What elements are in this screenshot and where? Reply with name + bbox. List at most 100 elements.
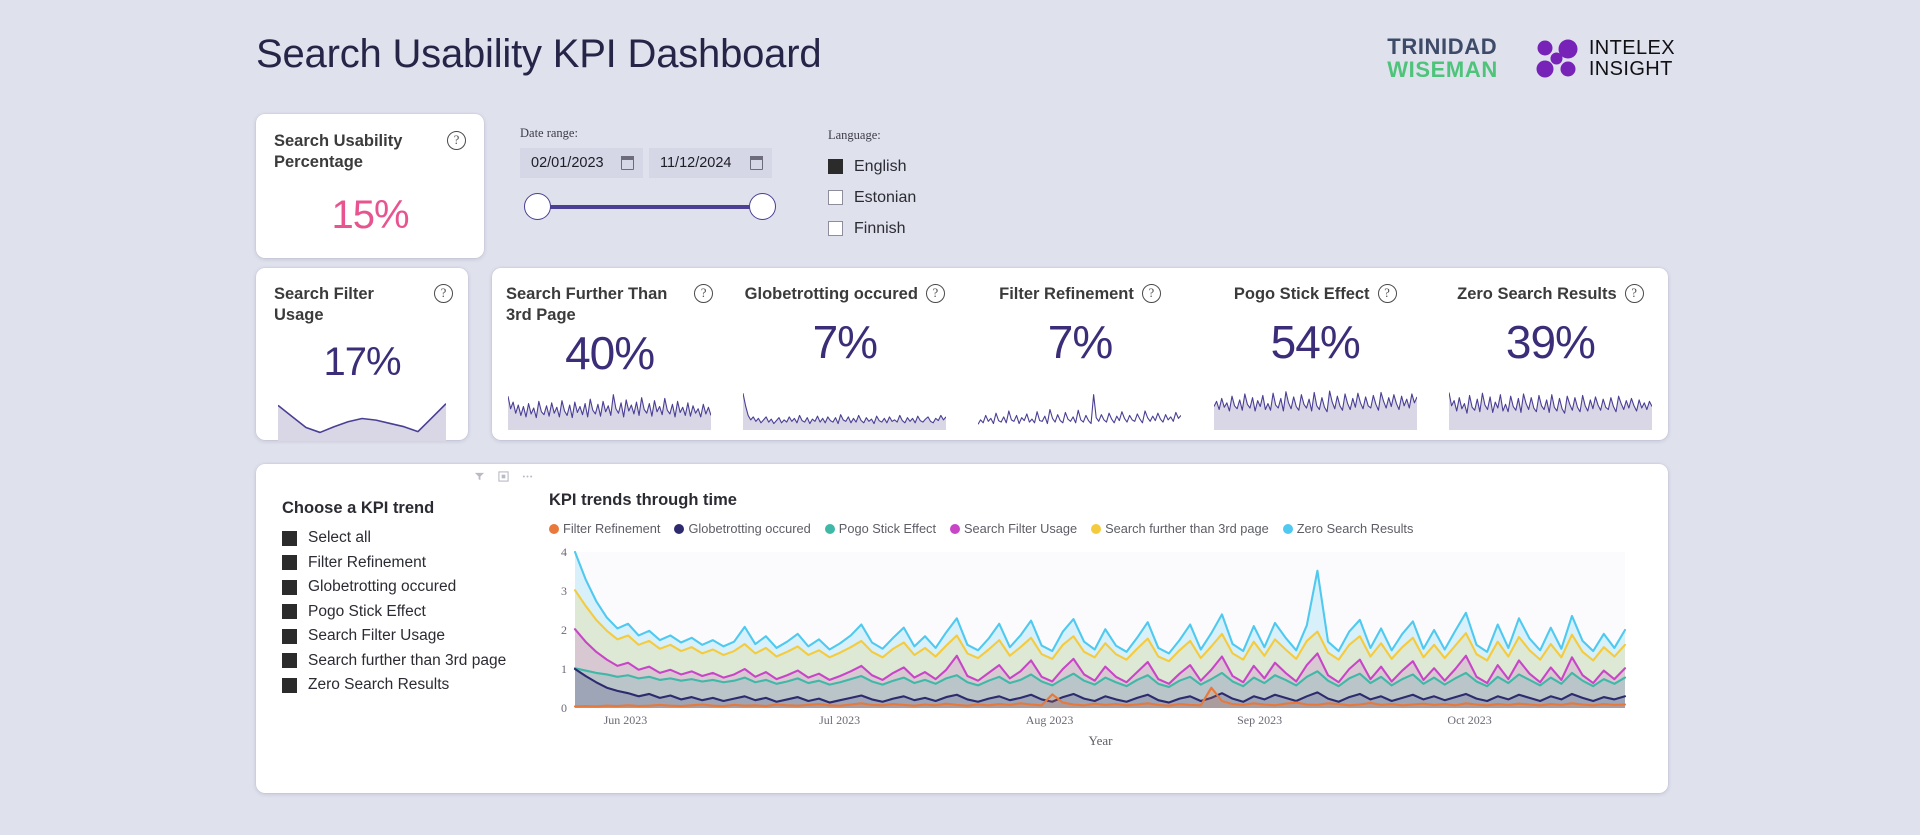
sparkline-globetrotting-occured	[742, 388, 947, 430]
dashboard-page: Search Usability KPI Dashboard TRINIDAD …	[0, 0, 1920, 835]
intelex-mark-icon	[1536, 39, 1578, 78]
chooser-label-search-further-than-3rd-page: Search further than 3rd page	[308, 651, 507, 669]
checkbox-icon[interactable]	[282, 677, 297, 693]
legend-item[interactable]: Zero Search Results	[1282, 521, 1413, 536]
date-range-filter: Date range: 02/01/2023 11/12/2024	[520, 126, 776, 221]
card-title: Globetrotting occured	[744, 285, 918, 303]
checkbox-icon[interactable]	[282, 530, 297, 546]
chooser-label-select-all: Select all	[308, 529, 371, 547]
chart-plot-area: 0 1 2 3 4 Jun 2023 Jul 2023 Aug 2023 Sep 2023 Oct…	[549, 546, 1652, 732]
chooser-item-globetrotting-occured[interactable]: Globetrotting occured	[282, 575, 532, 600]
x-axis-tick-label: Aug 2023	[1026, 713, 1074, 727]
checkbox-icon[interactable]	[282, 628, 297, 644]
checkbox-icon[interactable]	[282, 555, 297, 571]
sparkline-filter-usage	[277, 395, 447, 442]
legend-item[interactable]: Globetrotting occured	[674, 521, 811, 536]
sparkline-fill	[278, 403, 446, 442]
help-icon[interactable]: ?	[1624, 284, 1644, 303]
trinidad-wiseman-logo-line1: TRINIDAD	[1387, 34, 1498, 59]
chart-x-axis-title: Year	[1088, 733, 1113, 748]
checkbox-icon[interactable]	[828, 221, 843, 236]
slider-track[interactable]	[534, 205, 766, 209]
date-input-group: 02/01/2023 11/12/2024	[520, 148, 776, 178]
legend-color-swatch	[1091, 523, 1102, 534]
card-header: Filter Refinement ?	[976, 284, 1183, 305]
date-start-input[interactable]: 02/01/2023	[520, 148, 643, 178]
slider-handle-end[interactable]	[749, 193, 776, 220]
chooser-item-zero-search-results[interactable]: Zero Search Results	[282, 673, 532, 698]
search-filter-usage-card: Search Filter Usage ? 17%	[256, 268, 468, 442]
chooser-item-search-filter-usage[interactable]: Search Filter Usage	[282, 624, 532, 649]
language-option-english[interactable]: English	[828, 151, 916, 182]
help-icon[interactable]: ?	[694, 284, 714, 303]
y-axis-tick-label: 4	[561, 546, 567, 559]
x-axis-tick-label: Jul 2023	[819, 713, 860, 727]
kpi-card-pogo-stick-effect: Pogo Stick Effect ? 54%	[1198, 268, 1433, 440]
date-range-label: Date range:	[520, 126, 578, 140]
help-icon[interactable]: ?	[1377, 284, 1397, 303]
help-icon[interactable]: ?	[434, 284, 453, 303]
sparkline-zero-search-results	[1448, 388, 1653, 430]
sparkline-filter-refinement	[977, 388, 1182, 430]
trinidad-wiseman-logo: TRINIDAD WISEMAN	[1387, 34, 1498, 82]
chart-legend: Filter Refinement Globetrotting occured Po…	[549, 521, 1652, 536]
legend-item[interactable]: Search Filter Usage	[950, 521, 1077, 536]
legend-item[interactable]: Filter Refinement	[549, 521, 660, 536]
kpi-card-search-further-than-3rd-page: Search Further Than 3rd Page ? 40%	[492, 268, 727, 440]
chooser-label-zero-search-results: Zero Search Results	[308, 676, 450, 694]
chart-title: KPI trends through time	[549, 491, 737, 509]
chooser-label-filter-refinement: Filter Refinement	[308, 553, 427, 571]
checkbox-icon[interactable]	[282, 653, 297, 669]
help-icon[interactable]: ?	[447, 131, 466, 150]
date-range-slider[interactable]	[524, 193, 776, 221]
y-axis-tick-label: 0	[561, 701, 567, 715]
filter-icon[interactable]	[474, 471, 485, 482]
trinidad-wiseman-logo-line2: WISEMAN	[1387, 56, 1498, 82]
help-icon[interactable]: ?	[1141, 284, 1161, 303]
card-header: Search Filter Usage ?	[256, 268, 468, 326]
x-axis-tick-label: Jun 2023	[604, 713, 648, 727]
search-usability-percentage-card: Search Usability Percentage ? 15%	[256, 114, 484, 258]
language-label: Language:	[828, 128, 881, 142]
legend-label: Globetrotting occured	[688, 521, 811, 536]
kpi-value: 7%	[1047, 316, 1113, 369]
intelex-logo-line1: INTELEX	[1588, 36, 1675, 59]
chooser-item-select-all[interactable]: Select all	[282, 526, 532, 551]
kpi-trends-panel: Choose a KPI trend Select all Filter Ref…	[256, 464, 1668, 793]
chooser-item-search-further-than-3rd-page[interactable]: Search further than 3rd page	[282, 649, 532, 674]
date-end-input[interactable]: 11/12/2024	[649, 148, 772, 178]
y-axis-tick-label: 1	[561, 662, 567, 676]
card-title: Search Usability Percentage	[274, 132, 403, 172]
card-header: Search Usability Percentage ?	[256, 114, 484, 173]
kpi-metrics-strip: Search Further Than 3rd Page ? 40% Globe…	[492, 268, 1668, 440]
kpi-trends-chart: KPI trends through time Filter Refinemen…	[549, 491, 1652, 781]
kpi-card-filter-refinement: Filter Refinement ? 7%	[962, 268, 1197, 440]
chooser-item-filter-refinement[interactable]: Filter Refinement	[282, 551, 532, 576]
checkbox-icon[interactable]	[282, 604, 297, 620]
checkbox-icon[interactable]	[828, 190, 843, 205]
calendar-icon[interactable]	[620, 156, 635, 170]
language-label-finnish: Finnish	[854, 219, 906, 237]
language-option-finnish[interactable]: Finnish	[828, 213, 916, 244]
card-title: Zero Search Results	[1457, 285, 1617, 303]
more-options-icon[interactable]	[522, 471, 533, 482]
slider-handle-start[interactable]	[524, 193, 551, 220]
card-title: Filter Refinement	[999, 285, 1134, 303]
card-header: Pogo Stick Effect ?	[1212, 284, 1419, 305]
legend-label: Search Filter Usage	[964, 521, 1078, 536]
legend-label: Filter Refinement	[563, 521, 661, 536]
help-icon[interactable]: ?	[925, 284, 945, 303]
language-option-estonian[interactable]: Estonian	[828, 182, 916, 213]
intelex-insight-wordmark: INTELEX INSIGHT	[1588, 36, 1675, 80]
calendar-icon[interactable]	[749, 156, 764, 170]
checkbox-icon[interactable]	[282, 579, 297, 595]
legend-color-swatch	[950, 523, 961, 534]
language-filter: Language: English Estonian Finnish	[828, 128, 916, 244]
y-axis-tick-label: 3	[561, 584, 567, 598]
focus-icon[interactable]	[498, 471, 509, 482]
legend-item[interactable]: Search further than 3rd page	[1091, 521, 1269, 536]
legend-item[interactable]: Pogo Stick Effect	[824, 521, 936, 536]
chooser-item-pogo-stick-effect[interactable]: Pogo Stick Effect	[282, 600, 532, 625]
legend-color-swatch	[824, 523, 835, 534]
checkbox-icon[interactable]	[828, 159, 843, 174]
